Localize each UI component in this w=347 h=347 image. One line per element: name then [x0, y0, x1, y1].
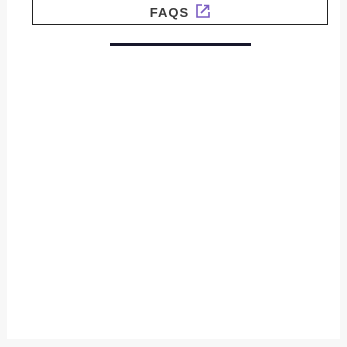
- content-card: FAQS: [7, 0, 340, 339]
- faqs-button-label: FAQS: [149, 4, 190, 20]
- faqs-button[interactable]: FAQS: [32, 0, 328, 25]
- section-divider: [110, 43, 251, 46]
- page: FAQS: [0, 0, 347, 347]
- external-link-icon: [196, 4, 211, 18]
